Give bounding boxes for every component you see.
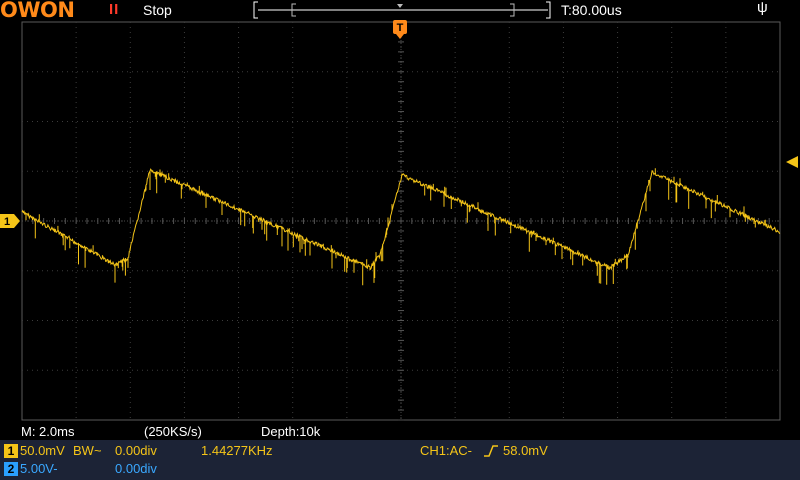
ch1-ground-marker: 1 xyxy=(0,214,20,228)
svg-text:1: 1 xyxy=(4,216,10,228)
trigger-source[interactable]: CH1:AC- xyxy=(420,443,472,458)
trigger-level-marker xyxy=(786,156,798,168)
svg-text:T: T xyxy=(397,22,404,34)
memory-depth[interactable]: Depth:10k xyxy=(261,424,320,439)
timebase[interactable]: M: 2.0ms xyxy=(21,424,74,439)
grid xyxy=(21,21,781,421)
trigger-position-marker: T xyxy=(393,20,407,34)
ch2-scale[interactable]: 5.00V- xyxy=(20,461,58,476)
scope-screen[interactable]: T 1 xyxy=(0,0,800,480)
trigger-position-pointer xyxy=(396,34,404,39)
ch1-scale[interactable]: 50.0mV xyxy=(20,443,65,458)
ch1-badge[interactable]: 1 xyxy=(4,444,18,458)
sample-rate: (250KS/s) xyxy=(144,424,202,439)
ch2-badge[interactable]: 2 xyxy=(4,462,18,476)
ch1-frequency: 1.44277KHz xyxy=(201,443,273,458)
trigger-level[interactable]: 58.0mV xyxy=(503,443,548,458)
ch1-offset[interactable]: 0.00div xyxy=(115,443,157,458)
ch2-offset[interactable]: 0.00div xyxy=(115,461,157,476)
rising-edge-icon xyxy=(484,445,498,457)
ch1-coupling[interactable]: BW~ xyxy=(73,443,102,458)
